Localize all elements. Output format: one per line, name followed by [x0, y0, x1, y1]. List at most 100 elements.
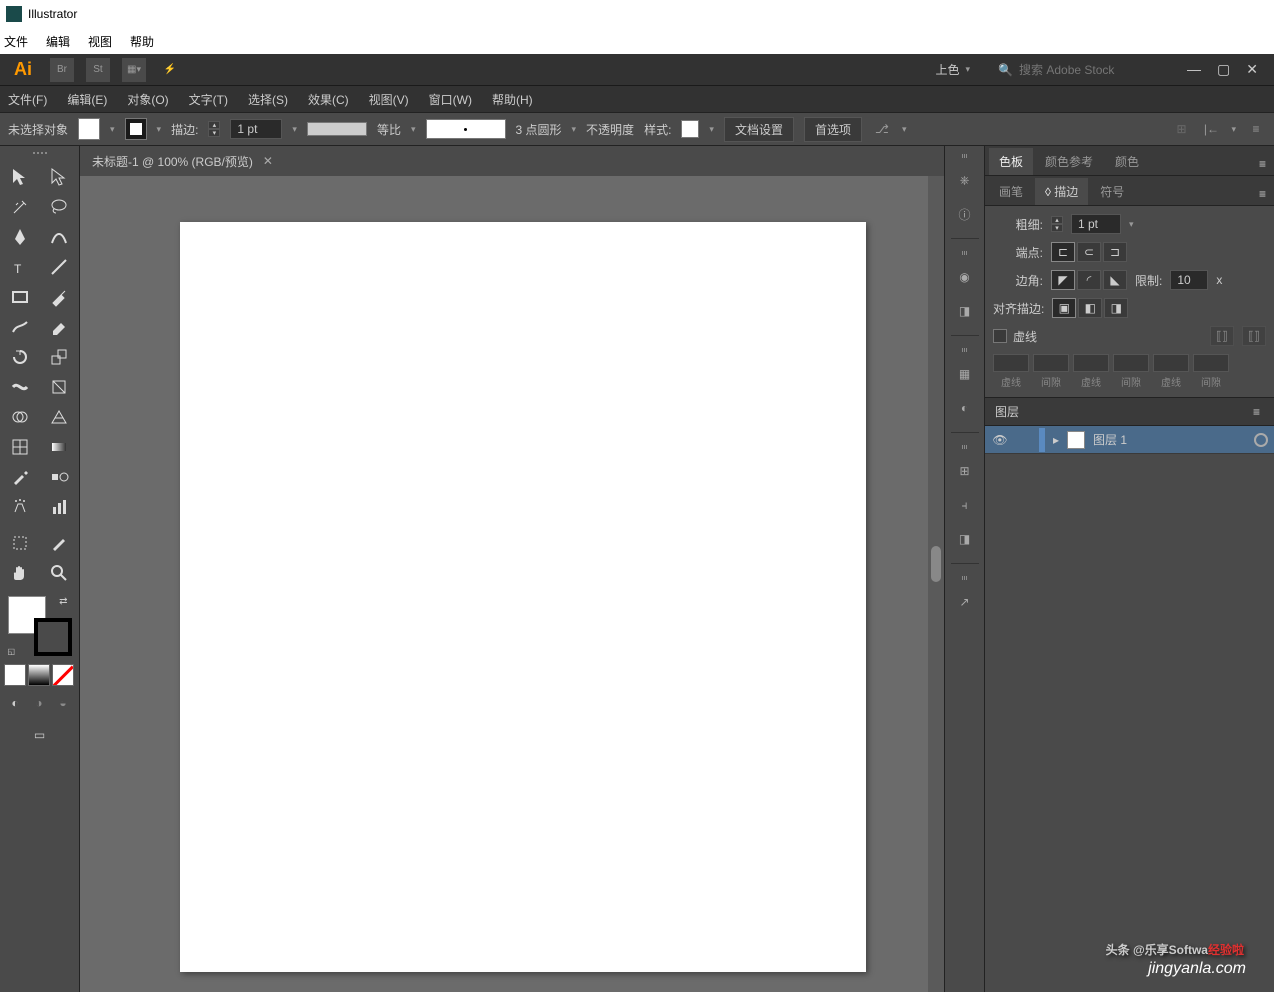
scrollbar-thumb[interactable]: [931, 546, 941, 582]
transform-panel-icon[interactable]: ◨: [953, 527, 977, 551]
screen-mode-icon[interactable]: ▭: [20, 720, 60, 750]
layer-row[interactable]: 👁 ▸ 图层 1: [985, 426, 1274, 454]
mesh-tool[interactable]: [0, 432, 40, 462]
dock-handle[interactable]: [956, 154, 974, 158]
tab-brushes[interactable]: 画笔: [989, 178, 1033, 205]
weight-stepper[interactable]: ▴▾: [1051, 216, 1063, 232]
symbol-sprayer-tool[interactable]: [0, 492, 40, 522]
snap-icon[interactable]: |←: [1201, 119, 1221, 139]
style-swatch[interactable]: [681, 120, 699, 138]
opacity-label[interactable]: 不透明度: [586, 121, 634, 138]
dash-align-button[interactable]: ⟦⟧: [1242, 326, 1266, 346]
menu-select[interactable]: 选择(S): [248, 91, 288, 108]
list-icon[interactable]: ≡: [1246, 119, 1266, 139]
pencil-tool[interactable]: [0, 312, 40, 342]
free-transform-tool[interactable]: [40, 372, 80, 402]
maximize-button[interactable]: ▢: [1217, 61, 1230, 78]
search-input[interactable]: [1019, 63, 1159, 77]
type-tool[interactable]: T: [0, 252, 40, 282]
compass-icon[interactable]: ⎈: [953, 168, 977, 192]
stroke-swatch[interactable]: [125, 118, 147, 140]
color-icon[interactable]: ◐: [953, 396, 977, 420]
pathfinder-icon[interactable]: ⊞: [953, 459, 977, 483]
shape-builder-tool[interactable]: [0, 402, 40, 432]
layers-menu-icon[interactable]: ≡: [1249, 401, 1264, 423]
tab-swatches[interactable]: 色板: [989, 148, 1033, 175]
blend-tool[interactable]: [40, 462, 80, 492]
limit-input[interactable]: [1170, 270, 1208, 290]
align-dropdown[interactable]: ▾: [902, 124, 907, 135]
gpu-icon[interactable]: ⚡: [158, 58, 182, 82]
zoom-tool[interactable]: [40, 558, 80, 588]
transform-icon[interactable]: ⊞: [1171, 119, 1191, 139]
menu-view[interactable]: 视图(V): [369, 91, 409, 108]
brush-dropdown[interactable]: ▾: [572, 124, 577, 135]
gap-input-1[interactable]: [1033, 354, 1069, 372]
slice-tool[interactable]: [40, 528, 80, 558]
profile-dropdown[interactable]: ▾: [411, 124, 416, 135]
graphic-styles-icon[interactable]: ◨: [953, 299, 977, 323]
os-menu-view[interactable]: 视图: [88, 33, 112, 50]
menu-file[interactable]: 文件(F): [8, 91, 47, 108]
perspective-tool[interactable]: [40, 402, 80, 432]
dock-handle-4[interactable]: [956, 445, 974, 449]
draw-mode-icon[interactable]: ◐: [4, 692, 26, 714]
align-panel-icon[interactable]: ⫞: [953, 493, 977, 517]
line-tool[interactable]: [40, 252, 80, 282]
scale-tool[interactable]: [40, 342, 80, 372]
curvature-tool[interactable]: [40, 222, 80, 252]
canvas[interactable]: [80, 176, 944, 992]
layer-visibility-icon[interactable]: 👁: [991, 431, 1009, 449]
dash-input-1[interactable]: [993, 354, 1029, 372]
arrange-icon[interactable]: ▦▾: [122, 58, 146, 82]
weight-dropdown[interactable]: ▾: [1129, 219, 1134, 230]
stroke-profile-preview[interactable]: [307, 122, 367, 136]
fill-dropdown[interactable]: ▾: [110, 124, 115, 135]
toolbox-handle[interactable]: [0, 152, 79, 158]
color-mode-solid[interactable]: [4, 664, 26, 686]
menu-type[interactable]: 文字(T): [189, 91, 228, 108]
paintbrush-tool[interactable]: [40, 282, 80, 312]
rectangle-tool[interactable]: [0, 282, 40, 312]
stroke-stepper[interactable]: ▴▾: [208, 121, 220, 137]
stock-icon[interactable]: St: [86, 58, 110, 82]
dash-preserve-button[interactable]: ⟦⟧: [1210, 326, 1234, 346]
bridge-icon[interactable]: Br: [50, 58, 74, 82]
stroke-box[interactable]: [34, 618, 72, 656]
os-menu-file[interactable]: 文件: [4, 33, 28, 50]
draw-behind-icon[interactable]: ◑: [28, 692, 50, 714]
layer-target-icon[interactable]: [1254, 433, 1268, 447]
dashed-checkbox[interactable]: 虚线: [993, 328, 1037, 345]
menu-object[interactable]: 对象(O): [127, 91, 168, 108]
dash-input-2[interactable]: [1073, 354, 1109, 372]
artboard[interactable]: [180, 222, 866, 972]
appearance-icon[interactable]: ◉: [953, 265, 977, 289]
os-menu-help[interactable]: 帮助: [130, 33, 154, 50]
lasso-tool[interactable]: [40, 192, 80, 222]
selection-tool[interactable]: [0, 162, 40, 192]
stroke-weight-input[interactable]: [230, 119, 282, 139]
layer-name[interactable]: 图层 1: [1093, 431, 1127, 448]
swap-icon[interactable]: ⇄: [59, 596, 67, 607]
direct-selection-tool[interactable]: [40, 162, 80, 192]
dock-handle-2[interactable]: [956, 251, 974, 255]
document-tab[interactable]: 未标题-1 @ 100% (RGB/预览) ✕: [92, 153, 273, 170]
stroke-dropdown[interactable]: ▾: [157, 124, 162, 135]
brush-preview[interactable]: [426, 119, 506, 139]
layer-expand-icon[interactable]: ▸: [1053, 433, 1059, 447]
artboard-tool[interactable]: [0, 528, 40, 558]
tab-stroke[interactable]: ◊ 描边: [1035, 178, 1088, 205]
color-mode-gradient[interactable]: [28, 664, 50, 686]
os-menu-edit[interactable]: 编辑: [46, 33, 70, 50]
align-inside-button[interactable]: ◧: [1078, 298, 1102, 318]
menu-help[interactable]: 帮助(H): [492, 91, 533, 108]
weight-input[interactable]: [1071, 214, 1121, 234]
snap-dropdown[interactable]: ▾: [1231, 124, 1236, 135]
style-dropdown[interactable]: ▾: [709, 124, 714, 135]
tab-color[interactable]: 颜色: [1105, 148, 1149, 175]
transparency-icon[interactable]: ▦: [953, 362, 977, 386]
info-icon[interactable]: ⓘ: [953, 202, 977, 226]
width-tool[interactable]: [0, 372, 40, 402]
fill-stroke-box[interactable]: ⇄ ◱: [8, 596, 72, 656]
fill-swatch[interactable]: [78, 118, 100, 140]
